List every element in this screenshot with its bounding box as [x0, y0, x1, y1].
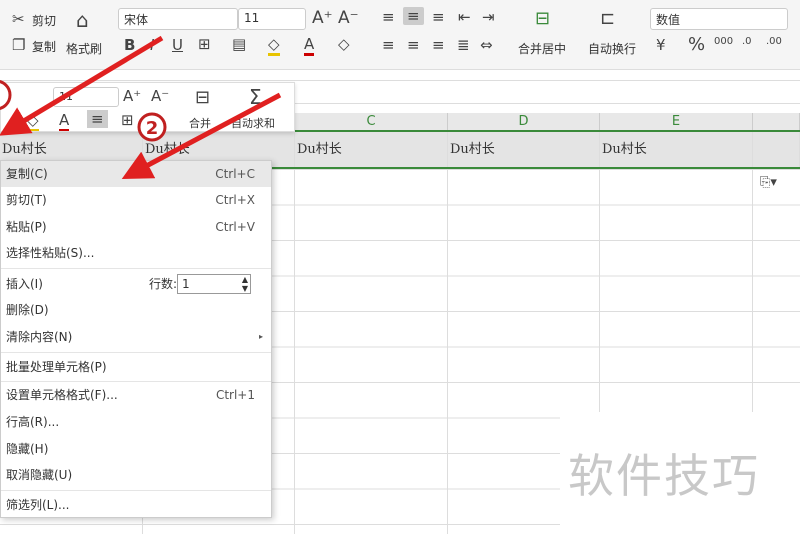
watermark: 软件技巧 [560, 412, 800, 534]
arrow-1 [0, 35, 164, 136]
watermark-text: 软件技巧 [568, 449, 760, 503]
step-2-label: 2 [146, 118, 159, 139]
step-1-circle [0, 80, 12, 110]
